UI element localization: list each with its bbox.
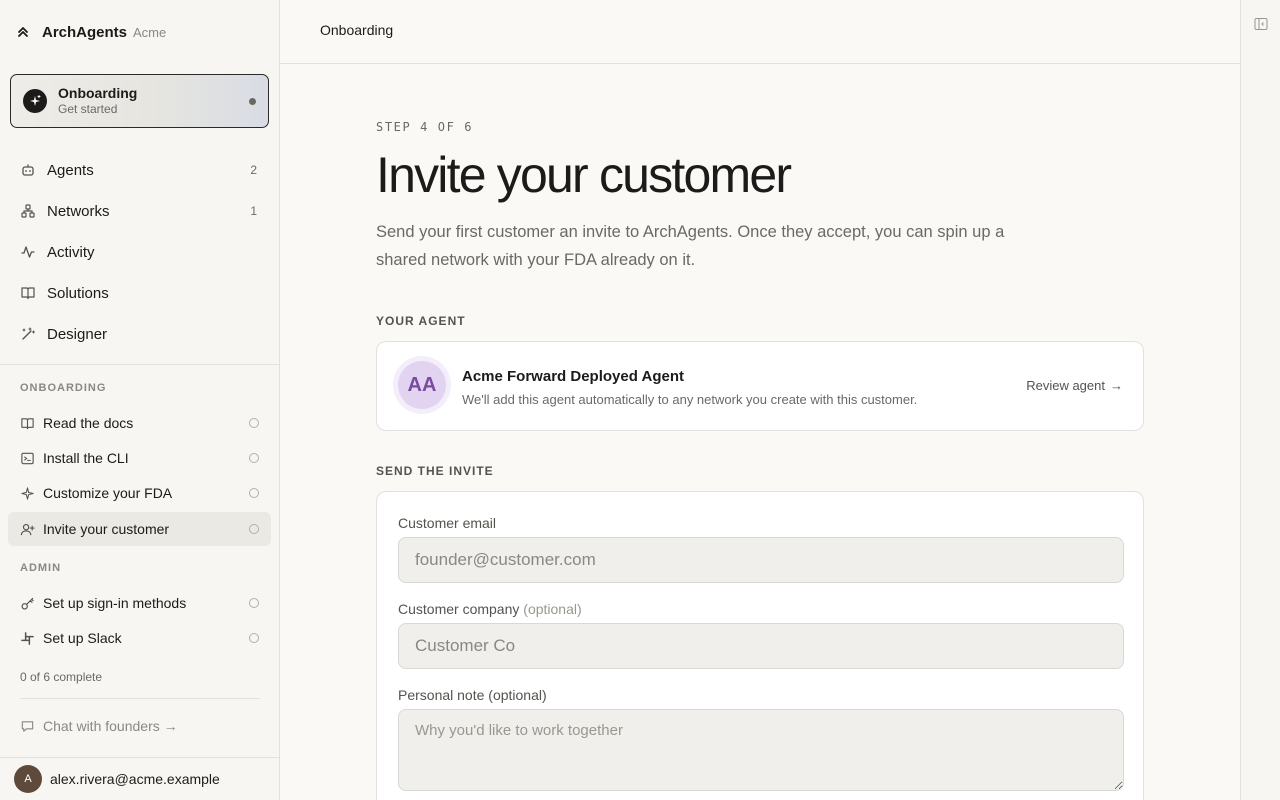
chat-with-founders-link[interactable]: Chat with founders →: [20, 716, 178, 736]
incomplete-circle-icon: [249, 524, 259, 534]
topbar: Onboarding: [280, 0, 1240, 64]
book-icon: [20, 285, 36, 301]
onboarding-card[interactable]: Onboarding Get started: [10, 74, 269, 128]
sidebar-item-label: Solutions: [47, 284, 109, 302]
company-field[interactable]: [398, 623, 1124, 669]
network-icon: [20, 203, 36, 219]
review-agent-link[interactable]: Review agent →: [1026, 378, 1123, 393]
sidebar-item-solutions[interactable]: Solutions: [8, 275, 271, 311]
active-dot-icon: [249, 98, 256, 105]
incomplete-circle-icon: [249, 598, 259, 608]
onboarding-section-label: ONBOARDING: [20, 382, 107, 394]
company-label: Customer company (optional): [398, 601, 582, 617]
task-invite-customer[interactable]: Invite your customer: [8, 512, 271, 546]
slack-icon: [20, 631, 35, 646]
page-title: Invite your customer: [376, 147, 792, 203]
activity-icon: [20, 244, 36, 260]
sidebar-item-agents[interactable]: Agents 2: [8, 152, 271, 188]
sparkle-icon: [20, 486, 35, 501]
task-label: Invite your customer: [43, 521, 170, 537]
note-label: Personal note (optional): [398, 687, 547, 703]
invite-form: Customer email Customer company (optiona…: [376, 491, 1144, 800]
task-label: Read the docs: [43, 415, 134, 431]
incomplete-circle-icon: [249, 633, 259, 643]
page-breadcrumb: Onboarding: [320, 22, 394, 38]
task-label: Set up sign-in methods: [43, 595, 187, 611]
sidebar-item-networks[interactable]: Networks 1: [8, 193, 271, 229]
step-indicator: STEP 4 OF 6: [376, 120, 474, 134]
task-customize-fda[interactable]: Customize your FDA: [8, 476, 271, 510]
review-agent-label: Review agent: [1026, 378, 1105, 393]
admin-section-label: ADMIN: [20, 562, 62, 574]
send-invite-section-label: SEND THE INVITE: [376, 464, 494, 478]
sidebar-item-label: Designer: [47, 325, 108, 343]
panel-toggle-icon[interactable]: [1254, 17, 1268, 31]
incomplete-circle-icon: [249, 453, 259, 463]
incomplete-circle-icon: [249, 488, 259, 498]
terminal-icon: [20, 451, 35, 466]
task-read-docs[interactable]: Read the docs: [8, 406, 271, 440]
avatar: A: [14, 765, 42, 793]
user-email: alex.rivera@acme.example: [50, 771, 220, 787]
sidebar-divider: [20, 698, 260, 699]
sidebar-item-designer[interactable]: Designer: [8, 316, 271, 352]
incomplete-circle-icon: [249, 418, 259, 428]
email-field[interactable]: [398, 537, 1124, 583]
org-name: Acme: [133, 24, 167, 40]
optional-hint: (optional): [523, 601, 582, 617]
brand-name: ArchAgents: [42, 23, 128, 41]
chat-link-label: Chat with founders →: [43, 718, 178, 734]
agent-description: We'll add this agent automatically to an…: [462, 392, 918, 407]
sidebar-divider: [0, 364, 279, 365]
sidebar-item-label: Activity: [47, 243, 95, 261]
user-plus-icon: [20, 522, 35, 537]
company-label-text: Customer company: [398, 601, 520, 617]
page-description: Send your first customer an invite to Ar…: [376, 223, 1005, 269]
key-icon: [20, 596, 35, 611]
sparkle-icon: [23, 89, 47, 113]
count-badge: 1: [250, 204, 257, 218]
brand[interactable]: ArchAgents Acme: [16, 22, 166, 42]
personal-note-field[interactable]: [398, 709, 1124, 791]
sidebar-item-activity[interactable]: Activity: [8, 234, 271, 270]
count-badge: 2: [250, 163, 257, 177]
progress-text: 0 of 6 complete: [20, 670, 103, 684]
task-sign-in-methods[interactable]: Set up sign-in methods: [8, 586, 271, 620]
book-icon: [20, 416, 35, 431]
sidebar: ArchAgents Acme Onboarding Get started A…: [0, 0, 280, 800]
onboarding-card-subtitle: Get started: [58, 102, 118, 116]
right-rail: [1240, 0, 1280, 800]
task-label: Customize your FDA: [43, 485, 173, 501]
task-label: Set up Slack: [43, 630, 122, 646]
task-label: Install the CLI: [43, 450, 129, 466]
agent-card: AA Acme Forward Deployed Agent We'll add…: [376, 341, 1144, 431]
onboarding-card-title: Onboarding: [58, 85, 138, 101]
robot-icon: [20, 162, 36, 178]
task-slack[interactable]: Set up Slack: [8, 621, 271, 655]
agent-avatar: AA: [393, 356, 451, 414]
sidebar-item-label: Networks: [47, 202, 110, 220]
agent-initials: AA: [398, 361, 446, 409]
wand-icon: [20, 326, 36, 342]
user-menu[interactable]: A alex.rivera@acme.example: [0, 757, 279, 800]
email-label: Customer email: [398, 515, 497, 531]
agent-name: Acme Forward Deployed Agent: [462, 368, 684, 385]
your-agent-section-label: YOUR AGENT: [376, 314, 466, 328]
arrow-right-icon: →: [1110, 378, 1123, 393]
sidebar-item-label: Agents: [47, 161, 94, 179]
chat-icon: [20, 719, 35, 734]
archagents-logo-icon: [16, 25, 30, 39]
task-install-cli[interactable]: Install the CLI: [8, 441, 271, 475]
